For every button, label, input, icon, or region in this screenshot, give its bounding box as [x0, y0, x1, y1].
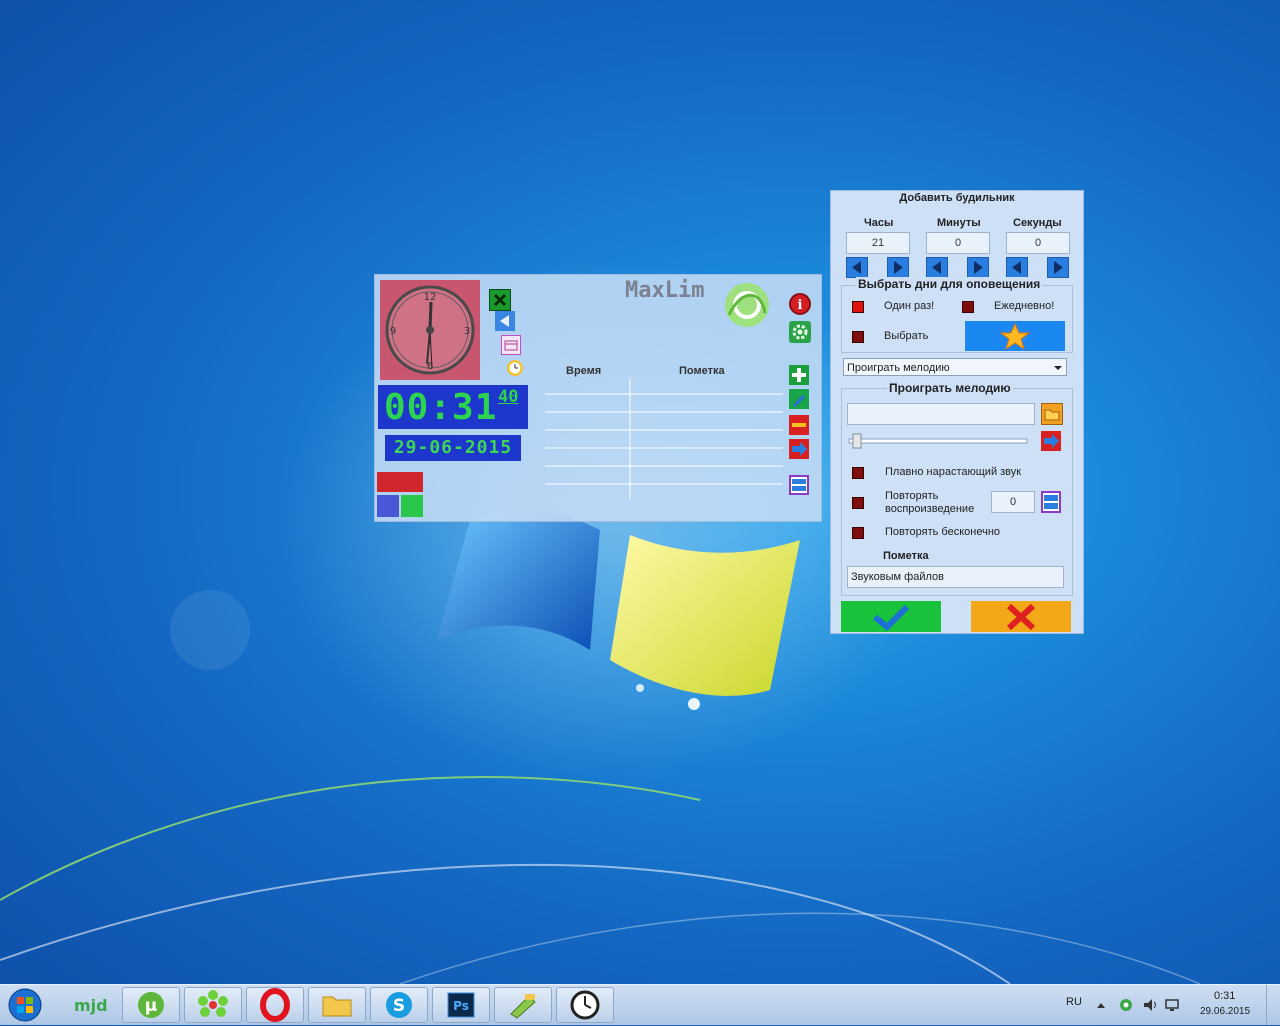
minutes-label: Минуты [937, 217, 981, 229]
calendar-icon[interactable] [501, 335, 521, 355]
start-button[interactable] [6, 987, 44, 1023]
show-desktop-button[interactable] [1266, 985, 1280, 1025]
remove-icon[interactable] [789, 415, 809, 435]
days-group-title: Выбрать дни для оповещения [856, 277, 1043, 291]
repeat-count-field[interactable]: 0 [991, 491, 1035, 513]
color-swatch-blue[interactable] [377, 495, 399, 517]
seconds-field[interactable]: 0 [1006, 232, 1070, 254]
volume-slider[interactable] [847, 433, 1029, 449]
color-swatch-green[interactable] [401, 495, 423, 517]
add-alarm-title: Добавить будильник [899, 192, 1015, 204]
taskbar-app-opera[interactable] [246, 987, 304, 1023]
cancel-button[interactable] [971, 601, 1071, 632]
choose-days-checkbox[interactable] [852, 331, 864, 343]
clock-window: 12 3 6 9 00:31 40 29-06-2015 MaxLim i Вр… [374, 274, 822, 522]
melody-file-field[interactable] [847, 403, 1035, 425]
tray-monitor-icon[interactable] [1164, 997, 1180, 1013]
repeat-forever-checkbox[interactable] [852, 527, 864, 539]
settings-gear-icon[interactable] [789, 321, 811, 343]
tray-network-icon[interactable] [1118, 997, 1134, 1013]
taskbar-app-mjd[interactable]: mjd [60, 987, 118, 1023]
edit-pencil-icon[interactable] [789, 389, 809, 409]
once-label: Один раз! [884, 300, 935, 312]
fade-in-label: Плавно нарастающий звук [885, 466, 1022, 478]
hours-label: Часы [864, 217, 894, 229]
close-icon[interactable] [489, 289, 511, 311]
repeat-spin-icon[interactable] [1041, 491, 1061, 513]
alarm-list-table [545, 379, 783, 499]
clock-numeral-12: 12 [424, 292, 437, 303]
repeat-label-line1: Повторять [885, 490, 939, 502]
time-seconds: 40 [498, 387, 519, 407]
taskbar-app-tool[interactable] [494, 987, 552, 1023]
svg-text:mjd: mjd [74, 996, 108, 1015]
analog-clock: 12 3 6 9 [380, 280, 480, 380]
chevron-down-icon [1054, 366, 1062, 370]
seconds-increment-button[interactable] [1047, 257, 1069, 278]
clock-numeral-9: 9 [390, 326, 396, 337]
once-checkbox[interactable] [852, 301, 864, 313]
fade-in-checkbox[interactable] [852, 467, 864, 479]
choose-days-label: Выбрать [884, 330, 929, 342]
date-display: 29-06-2015 [385, 435, 521, 461]
forward-arrow-icon[interactable] [789, 439, 809, 459]
daily-label: Ежедневно! [994, 300, 1055, 312]
taskbar-app-skype[interactable]: S [370, 987, 428, 1023]
app-logo-icon [721, 279, 773, 331]
alarm-clock-icon[interactable] [505, 357, 525, 377]
note-field[interactable]: Звуковым файлов [847, 566, 1064, 588]
open-folder-icon[interactable] [1041, 403, 1063, 425]
taskbar-app-explorer[interactable] [308, 987, 366, 1023]
play-arrow-icon[interactable] [1041, 431, 1061, 451]
svg-text:S: S [393, 996, 405, 1016]
color-swatch-red[interactable] [377, 472, 423, 492]
column-header-time: Время [566, 365, 602, 377]
repeat-checkbox[interactable] [852, 497, 864, 509]
minutes-increment-button[interactable] [967, 257, 989, 278]
favorite-star-button[interactable] [965, 321, 1065, 351]
repeat-forever-label: Повторять бесконечно [885, 526, 1001, 538]
add-alarm-panel: Добавить будильник Часы Минуты Секунды 2… [830, 190, 1084, 634]
action-select[interactable]: Проиграть мелодию [843, 358, 1067, 376]
hours-decrement-button[interactable] [846, 257, 868, 278]
hours-field[interactable]: 21 [846, 232, 910, 254]
taskbar: mjd µ S Ps RU 0:31 29.06.2015 [0, 984, 1280, 1025]
app-logo-text: MaxLim [625, 278, 705, 303]
hours-increment-button[interactable] [887, 257, 909, 278]
svg-text:i: i [798, 298, 803, 313]
taskbar-app-clock[interactable] [556, 987, 614, 1023]
time-hours-minutes: 00:31 [384, 387, 498, 428]
language-indicator[interactable]: RU [1066, 996, 1082, 1008]
seconds-decrement-button[interactable] [1006, 257, 1028, 278]
minutes-field[interactable]: 0 [926, 232, 990, 254]
tray-expand-icon[interactable] [1096, 1001, 1106, 1009]
taskbar-app-icq[interactable] [184, 987, 242, 1023]
clock-numeral-3: 3 [464, 326, 470, 337]
taskbar-app-utorrent[interactable]: µ [122, 987, 180, 1023]
svg-text:µ: µ [145, 996, 158, 1016]
seconds-label: Секунды [1013, 217, 1062, 229]
add-icon[interactable] [789, 365, 809, 385]
info-icon[interactable]: i [789, 293, 811, 315]
tray-time[interactable]: 0:31 [1214, 990, 1235, 1002]
tray-volume-icon[interactable] [1142, 997, 1158, 1013]
svg-text:Ps: Ps [453, 999, 469, 1013]
note-label: Пометка [883, 550, 929, 562]
column-header-note: Пометка [679, 365, 725, 377]
daily-checkbox[interactable] [962, 301, 974, 313]
back-arrow-icon[interactable] [495, 311, 515, 331]
taskbar-app-photoshop[interactable]: Ps [432, 987, 490, 1023]
repeat-label-line2: воспроизведение [885, 503, 975, 515]
melody-group-title: Проиграть мелодию [887, 381, 1013, 395]
list-icon[interactable] [789, 475, 809, 495]
tray-date[interactable]: 29.06.2015 [1200, 1006, 1250, 1017]
action-select-value: Проиграть мелодию [847, 362, 950, 374]
digital-time-display: 00:31 40 [378, 385, 528, 429]
confirm-button[interactable] [841, 601, 941, 632]
minutes-decrement-button[interactable] [926, 257, 948, 278]
